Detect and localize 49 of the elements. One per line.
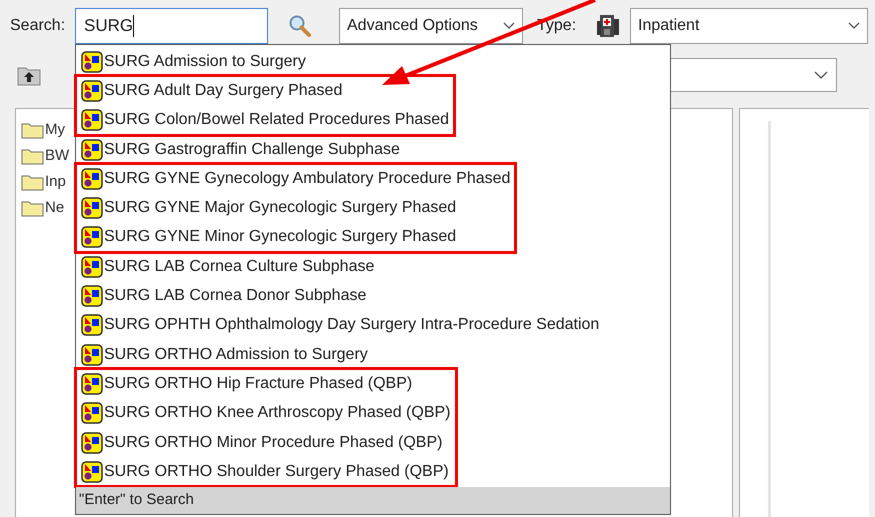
- plan-icon: [81, 285, 103, 308]
- search-label: Search:: [10, 16, 66, 36]
- folder-label[interactable]: Inp: [45, 170, 66, 194]
- plan-icon: [81, 402, 103, 424]
- folder-icon: [21, 147, 45, 165]
- plan-icon: [81, 226, 103, 248]
- search-icon[interactable]: [288, 14, 312, 38]
- plan-icon: [81, 80, 103, 102]
- result-item[interactable]: SURG ORTHO Minor Procedure Phased (QBP): [76, 428, 448, 458]
- plan-icon: [81, 168, 103, 190]
- result-item[interactable]: SURG GYNE Minor Gynecologic Surgery Phased: [76, 222, 462, 252]
- folder-label[interactable]: BW: [45, 144, 70, 168]
- result-item[interactable]: SURG Gastrograffin Challenge Subphase: [76, 134, 405, 164]
- chevron-down-icon: [848, 22, 860, 30]
- result-item[interactable]: SURG Adult Day Surgery Phased: [76, 76, 348, 106]
- folder-icon: [21, 121, 45, 139]
- result-item[interactable]: SURG Admission to Surgery: [76, 47, 311, 76]
- plan-icon: [81, 460, 103, 483]
- plan-icon: [81, 256, 103, 278]
- folder-icon: [21, 173, 45, 191]
- search-hint: "Enter" to Search: [76, 487, 670, 514]
- result-item[interactable]: SURG ORTHO Hip Fracture Phased (QBP): [76, 369, 418, 399]
- plan-icon: [81, 344, 103, 366]
- plan-icon: [81, 372, 103, 395]
- plan-icon: [81, 109, 103, 132]
- result-item[interactable]: SURG ORTHO Knee Arthroscopy Phased (QBP): [76, 398, 456, 428]
- filter-dropdown[interactable]: [669, 58, 837, 92]
- search-field[interactable]: SURG: [75, 8, 268, 44]
- chevron-down-icon: [814, 71, 828, 79]
- folder-label[interactable]: My: [45, 118, 65, 142]
- result-item[interactable]: SURG ORTHO Shoulder Surgery Phased (QBP): [76, 457, 454, 486]
- folder-label[interactable]: Ne: [45, 196, 64, 220]
- result-item[interactable]: SURG ORTHO Admission to Surgery: [76, 340, 373, 370]
- building-icon: [596, 13, 620, 39]
- plan-icon: [81, 50, 103, 73]
- plan-icon: [81, 314, 103, 336]
- advanced-options-dropdown[interactable]: Advanced Options: [339, 8, 523, 44]
- result-item[interactable]: SURG LAB Cornea Donor Subphase: [76, 281, 372, 311]
- plan-icon: [81, 197, 103, 220]
- result-item[interactable]: SURG Colon/Bowel Related Procedures Phased: [76, 106, 454, 135]
- plan-icon: [81, 138, 103, 161]
- plan-icon: [81, 432, 103, 454]
- result-item[interactable]: SURG OPHTH Ophthalmology Day Surgery Intra-Procedure Sedation: [76, 310, 604, 340]
- chevron-down-icon: [503, 22, 515, 30]
- folder-icon: [21, 199, 45, 217]
- result-item[interactable]: SURG GYNE Major Gynecologic Surgery Phased: [76, 193, 462, 223]
- type-dropdown[interactable]: Inpatient: [630, 8, 868, 44]
- result-item[interactable]: SURG GYNE Gynecology Ambulatory Procedure Phased: [76, 164, 516, 194]
- result-item[interactable]: SURG LAB Cornea Culture Subphase: [76, 252, 380, 282]
